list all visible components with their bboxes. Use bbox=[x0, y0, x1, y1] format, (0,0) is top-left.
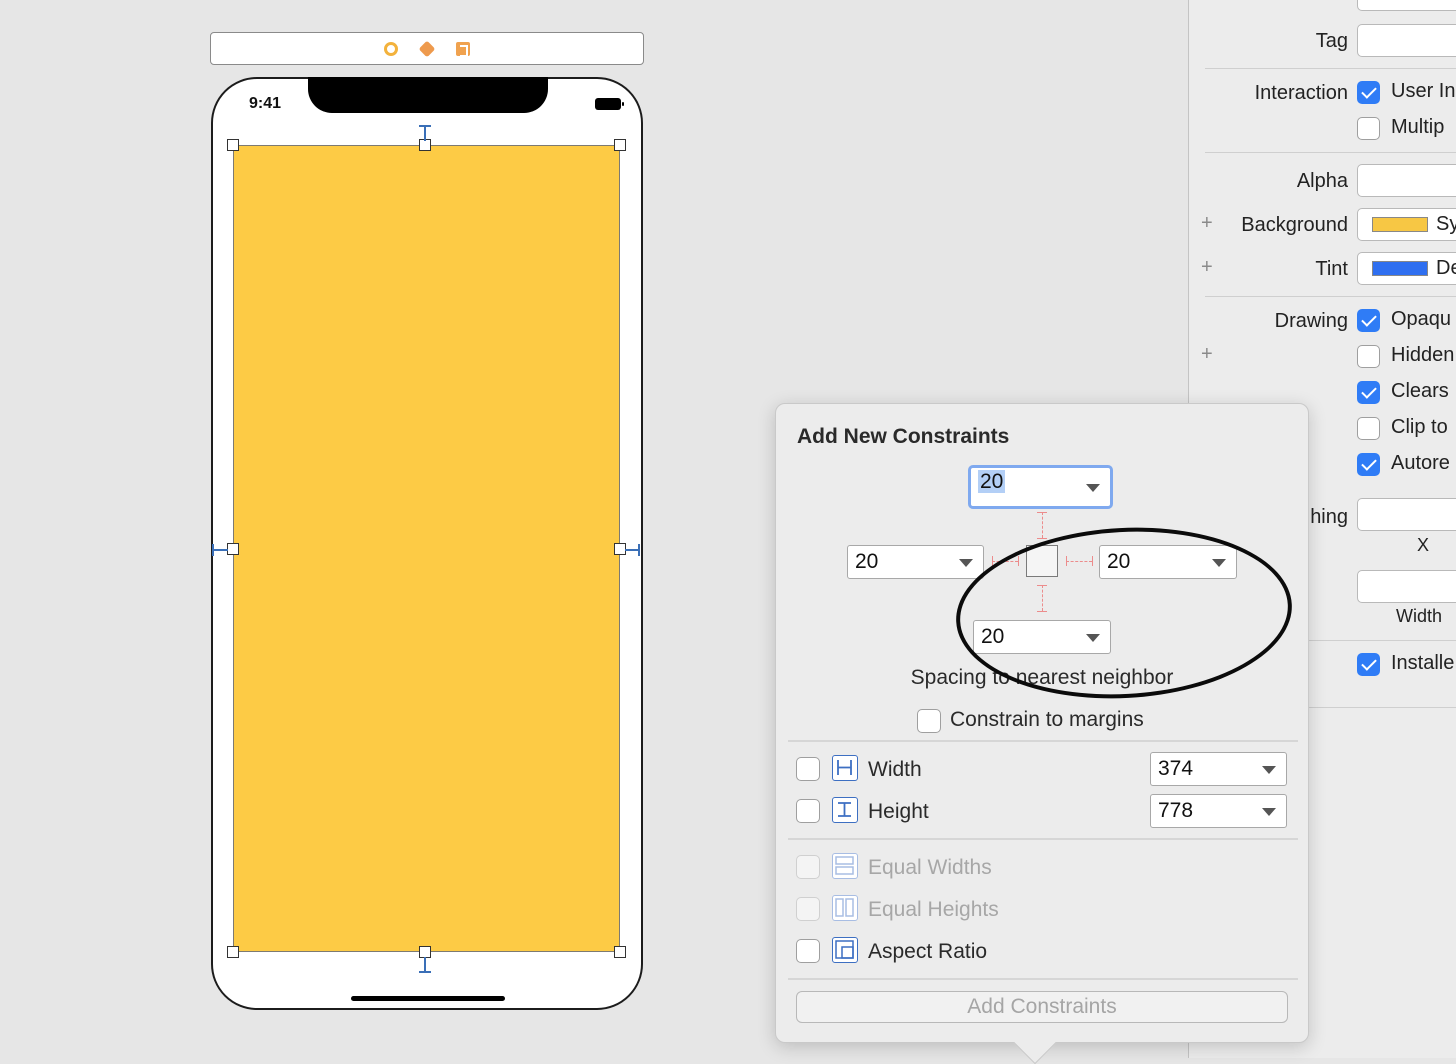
tint-variation-plus[interactable]: + bbox=[1201, 256, 1213, 279]
device-notch bbox=[308, 77, 548, 113]
multiple-touch-label: Multip bbox=[1391, 116, 1445, 138]
divider bbox=[1205, 68, 1456, 69]
spacing-caption: Spacing to nearest neighbor bbox=[910, 666, 1174, 689]
background-value: Sy bbox=[1436, 213, 1456, 235]
tag-label: Tag bbox=[1315, 30, 1348, 52]
semantic-popup[interactable] bbox=[1357, 0, 1456, 11]
leading-spacing-value: 20 bbox=[855, 550, 879, 573]
height-checkbox[interactable] bbox=[796, 799, 820, 823]
width-label: Width bbox=[868, 758, 922, 781]
hidden-variation-plus[interactable]: + bbox=[1201, 343, 1213, 366]
width-constraint-icon bbox=[832, 755, 858, 781]
add-new-constraints-popover: Add New Constraints 20 20 20 20 Spacing … bbox=[775, 403, 1309, 1064]
width-checkbox[interactable] bbox=[796, 757, 820, 781]
hidden-checkbox[interactable] bbox=[1357, 345, 1380, 368]
resize-handle-top-left[interactable] bbox=[227, 139, 239, 151]
height-label: Height bbox=[868, 800, 929, 823]
clip-to-bounds-label: Clip to bbox=[1391, 416, 1448, 438]
resize-handle-bottom-left[interactable] bbox=[227, 946, 239, 958]
resize-handle-left[interactable] bbox=[227, 543, 239, 555]
chevron-down-icon[interactable] bbox=[1262, 808, 1276, 816]
aspect-ratio-checkbox[interactable] bbox=[796, 939, 820, 963]
width-value-combo[interactable]: 374 bbox=[1150, 752, 1287, 786]
divider bbox=[1205, 152, 1456, 153]
interaction-label: Interaction bbox=[1254, 82, 1348, 104]
constrain-margins-label: Constrain to margins bbox=[950, 708, 1144, 731]
tint-color-popup[interactable]: De bbox=[1357, 252, 1456, 285]
trailing-spacing-combo[interactable]: 20 bbox=[1099, 545, 1237, 579]
resize-handle-top-right[interactable] bbox=[614, 139, 626, 151]
divider bbox=[788, 838, 1298, 840]
chevron-down-icon[interactable] bbox=[1086, 634, 1100, 642]
autoresize-subviews-checkbox[interactable] bbox=[1357, 453, 1380, 476]
installed-label: Installe bbox=[1391, 652, 1455, 674]
user-interaction-label: User In bbox=[1391, 80, 1456, 102]
clip-to-bounds-checkbox[interactable] bbox=[1357, 417, 1380, 440]
equal-heights-label: Equal Heights bbox=[868, 898, 999, 921]
tint-label: Tint bbox=[1315, 258, 1348, 280]
top-spacing-value: 20 bbox=[978, 470, 1006, 493]
background-label: Background bbox=[1241, 214, 1348, 236]
tint-value: De bbox=[1436, 257, 1456, 279]
equal-widths-label: Equal Widths bbox=[868, 856, 992, 879]
stretching-x-field[interactable] bbox=[1357, 498, 1456, 531]
drawing-label: Drawing bbox=[1274, 310, 1348, 332]
equal-heights-icon bbox=[832, 895, 858, 921]
battery-icon bbox=[595, 98, 624, 110]
alpha-label: Alpha bbox=[1296, 170, 1348, 192]
add-constraints-button[interactable]: Add Constraints bbox=[796, 991, 1288, 1023]
tag-field[interactable] bbox=[1357, 24, 1456, 57]
hidden-label: Hidden bbox=[1391, 344, 1455, 366]
multiple-touch-checkbox[interactable] bbox=[1357, 117, 1380, 140]
autoresize-subviews-label: Autore bbox=[1391, 452, 1450, 474]
view-controller-icon[interactable] bbox=[384, 41, 398, 56]
equal-widths-icon bbox=[832, 853, 858, 879]
popover-title: Add New Constraints bbox=[797, 425, 1010, 448]
clears-graphics-checkbox[interactable] bbox=[1357, 381, 1380, 404]
opaque-checkbox[interactable] bbox=[1357, 309, 1380, 332]
height-value: 778 bbox=[1158, 799, 1194, 822]
selected-yellow-view[interactable] bbox=[233, 145, 620, 952]
home-indicator bbox=[351, 996, 505, 1001]
bottom-spacing-value: 20 bbox=[981, 625, 1005, 648]
aspect-ratio-icon bbox=[832, 937, 858, 963]
stretching-x-label: X bbox=[1417, 535, 1430, 555]
scene-dock bbox=[210, 32, 644, 65]
chevron-down-icon[interactable] bbox=[1086, 484, 1100, 492]
background-variation-plus[interactable]: + bbox=[1201, 212, 1213, 235]
exit-icon[interactable] bbox=[456, 41, 470, 57]
stretching-width-label: Width bbox=[1396, 606, 1443, 626]
height-constraint-icon bbox=[832, 797, 858, 823]
clears-graphics-label: Clears bbox=[1391, 380, 1449, 402]
stretching-label: hing bbox=[1310, 506, 1348, 528]
constrain-margins-checkbox[interactable] bbox=[917, 709, 941, 733]
alpha-field[interactable] bbox=[1357, 164, 1456, 197]
chevron-down-icon[interactable] bbox=[959, 559, 973, 567]
user-interaction-checkbox[interactable] bbox=[1357, 81, 1380, 104]
divider bbox=[788, 740, 1298, 742]
installed-checkbox[interactable] bbox=[1357, 653, 1380, 676]
divider bbox=[1205, 296, 1456, 297]
background-swatch bbox=[1372, 217, 1428, 232]
leading-spacing-combo[interactable]: 20 bbox=[847, 545, 984, 579]
background-color-popup[interactable]: Sy bbox=[1357, 208, 1456, 241]
tint-swatch bbox=[1372, 261, 1428, 276]
pinned-view-box bbox=[1026, 545, 1058, 577]
bottom-spacing-combo[interactable]: 20 bbox=[973, 620, 1111, 654]
height-value-combo[interactable]: 778 bbox=[1150, 794, 1287, 828]
chevron-down-icon[interactable] bbox=[1212, 559, 1226, 567]
status-bar-time: 9:41 bbox=[249, 95, 282, 112]
resize-handle-bottom-right[interactable] bbox=[614, 946, 626, 958]
equal-widths-checkbox[interactable] bbox=[796, 855, 820, 879]
trailing-spacing-value: 20 bbox=[1107, 550, 1131, 573]
aspect-ratio-label: Aspect Ratio bbox=[868, 940, 988, 963]
stretching-width-field[interactable] bbox=[1357, 570, 1456, 603]
divider bbox=[788, 978, 1298, 980]
opaque-label: Opaqu bbox=[1391, 308, 1452, 330]
top-spacing-combo[interactable]: 20 bbox=[968, 465, 1113, 509]
first-responder-icon[interactable] bbox=[418, 40, 436, 57]
equal-heights-checkbox[interactable] bbox=[796, 897, 820, 921]
chevron-down-icon[interactable] bbox=[1262, 766, 1276, 774]
width-value: 374 bbox=[1158, 757, 1194, 780]
